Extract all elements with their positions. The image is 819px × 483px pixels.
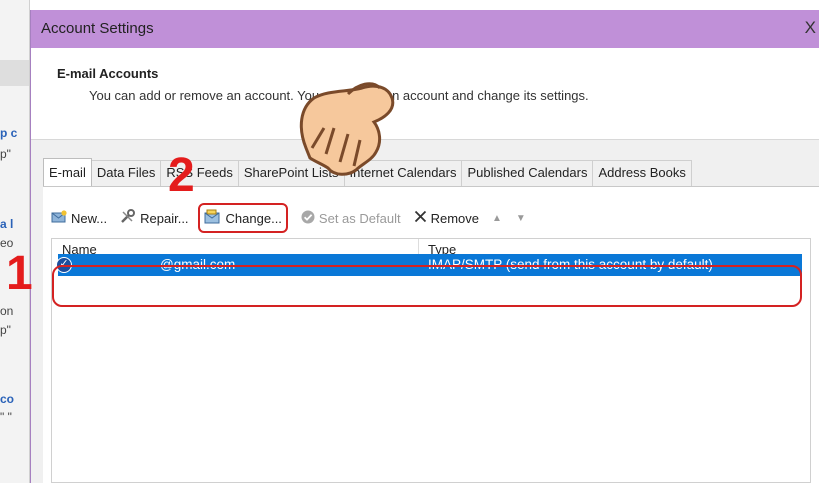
tab-address-books[interactable]: Address Books <box>593 160 692 186</box>
background-text: p c <box>0 126 18 140</box>
check-circle-icon <box>301 210 315 227</box>
background-text: " " <box>0 410 12 424</box>
section-title: E-mail Accounts <box>57 66 159 81</box>
annotation-step-1: 1 <box>6 247 33 300</box>
close-icon[interactable]: X <box>805 18 816 38</box>
remove-button-label: Remove <box>430 210 479 226</box>
background-text: co <box>0 392 15 406</box>
background-text: on <box>0 304 14 318</box>
change-button[interactable]: Change... <box>197 203 288 233</box>
annotation-row-highlight <box>52 265 802 307</box>
dialog-title: Account Settings <box>41 20 154 37</box>
new-button[interactable]: New... <box>51 206 107 230</box>
move-up-icon[interactable]: ▲ <box>492 213 502 224</box>
remove-button[interactable]: Remove <box>414 206 479 230</box>
dialog-content: E-mail Data Files RSS Feeds SharePoint L… <box>31 140 819 483</box>
repair-button[interactable]: Repair... <box>120 206 189 230</box>
set-default-label: Set as Default <box>318 210 401 226</box>
change-button-label: Change... <box>225 210 282 226</box>
background-text: p" <box>0 323 11 337</box>
remove-x-icon <box>414 210 427 226</box>
new-account-icon <box>51 209 67 227</box>
new-button-label: New... <box>71 210 108 226</box>
background-text: a l <box>0 217 14 231</box>
change-account-icon <box>204 209 222 227</box>
title-bar: Account Settings X <box>31 10 819 48</box>
move-down-icon[interactable]: ▼ <box>516 213 526 224</box>
set-default-button[interactable]: Set as Default <box>301 206 401 230</box>
background-band <box>0 60 29 86</box>
wrench-icon <box>120 209 136 227</box>
background-window: p c p" a l eo on p" co " " <box>0 0 30 483</box>
repair-button-label: Repair... <box>140 210 189 226</box>
pointing-hand-icon <box>299 82 395 176</box>
tab-published-calendars[interactable]: Published Calendars <box>462 160 594 186</box>
annotation-step-2: 2 <box>168 149 195 202</box>
dialog-header: E-mail Accounts You can add or remove an… <box>31 48 819 140</box>
tab-data-files[interactable]: Data Files <box>91 160 162 186</box>
account-toolbar: New... Repair... Change... Set as Defaul… <box>51 203 540 233</box>
background-text: p" <box>0 147 11 161</box>
tab-email[interactable]: E-mail <box>43 158 92 186</box>
account-settings-dialog: Account Settings X E-mail Accounts You c… <box>30 10 819 483</box>
